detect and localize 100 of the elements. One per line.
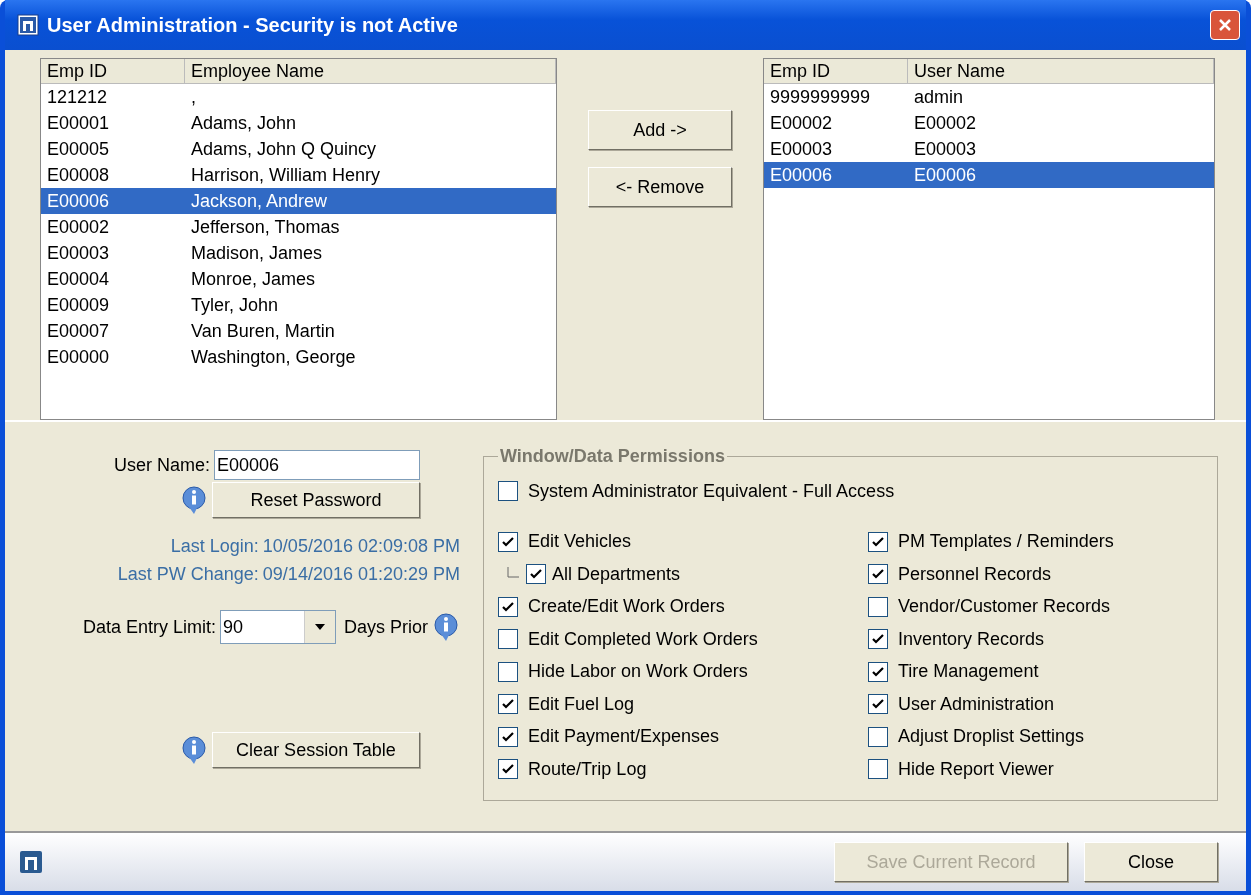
employee-name-cell-text: Adams, John Q Quincy (190, 138, 378, 161)
checkbox[interactable] (526, 564, 546, 585)
employee-name-cell-text: , (190, 86, 197, 109)
employee-row[interactable]: E00005 Adams, John Q Quincy (41, 136, 556, 162)
checkmark-icon (502, 763, 514, 776)
info-icon[interactable] (180, 735, 208, 765)
clear-session-table-button[interactable]: Clear Session Table (212, 732, 420, 768)
data-entry-limit-dropdown[interactable]: 90 (220, 610, 336, 644)
employee-row[interactable]: E00008 Harrison, William Henry (41, 162, 556, 188)
employee-name-cell-text: Monroe, James (190, 268, 317, 291)
employee-row[interactable]: E00000 Washington, George (41, 344, 556, 370)
checkbox[interactable] (498, 726, 518, 747)
days-prior-label: Days Prior (344, 616, 428, 638)
checkbox-label: Edit Fuel Log (528, 693, 635, 715)
employee-row[interactable]: E00004 Monroe, James (41, 266, 556, 292)
employee-row[interactable]: E00001 Adams, John (41, 110, 556, 136)
column-header[interactable]: Emp ID (41, 59, 185, 83)
checkbox-label: Edit Payment/Expenses (528, 726, 720, 748)
window-title: User Administration - Security is not Active (47, 13, 459, 37)
info-icon[interactable] (432, 612, 460, 642)
checkbox[interactable] (498, 629, 518, 650)
user-name-cell-text: admin (913, 86, 965, 109)
checkbox[interactable] (498, 531, 518, 552)
checkbox[interactable] (868, 629, 888, 650)
transfer-button[interactable]: <- Remove (588, 167, 732, 207)
checkbox[interactable] (868, 694, 888, 715)
checkmark-icon (872, 568, 884, 581)
checkmark-icon (872, 698, 884, 711)
user-row[interactable]: E00003 E00003 (764, 136, 1214, 162)
checkbox[interactable] (498, 596, 518, 617)
employee-name-cell-text: Harrison, William Henry (190, 164, 382, 187)
emp-id-cell-text: E00009 (46, 294, 111, 317)
checkbox[interactable] (868, 759, 888, 780)
column-header[interactable]: Employee Name (185, 59, 556, 83)
checkbox[interactable] (498, 661, 518, 682)
emp-id-cell-text: E00006 (769, 164, 834, 187)
employee-name-cell-text: Madison, James (190, 242, 324, 265)
checkmark-icon (502, 730, 514, 743)
checkbox-label: Route/Trip Log (528, 758, 647, 780)
emp-id-cell-text: 9999999999 (769, 86, 872, 109)
employee-name-cell-text: Van Buren, Martin (190, 320, 336, 343)
checkbox-label: Tire Management (898, 661, 1039, 683)
checkbox[interactable] (868, 531, 888, 552)
data-entry-limit-label: Data Entry Limit: (82, 616, 216, 638)
last-pw-change-value: 09/14/2016 01:20:29 PM (262, 563, 460, 585)
footer-button[interactable]: Close (1084, 842, 1218, 882)
last-login-value: 10/05/2016 02:09:08 PM (262, 535, 460, 557)
app-logo-icon (20, 851, 42, 873)
employee-row[interactable]: 121212 , (41, 84, 556, 110)
emp-id-cell-text: E00002 (769, 112, 834, 135)
employee-name-cell-text: Adams, John (190, 112, 298, 135)
checkmark-icon (502, 698, 514, 711)
app-logo-icon (17, 14, 39, 36)
employee-row[interactable]: E00006 Jackson, Andrew (41, 188, 556, 214)
emp-id-cell-text: E00005 (46, 138, 111, 161)
checkmark-icon (872, 665, 884, 678)
checkbox[interactable] (498, 481, 518, 502)
emp-id-cell-text: E00007 (46, 320, 111, 343)
employee-name-cell-text: Jefferson, Thomas (190, 216, 341, 239)
emp-id-cell-text: E00008 (46, 164, 111, 187)
checkmark-icon (530, 568, 542, 581)
checkbox[interactable] (868, 564, 888, 585)
checkbox[interactable] (868, 661, 888, 682)
column-header[interactable]: Emp ID (764, 59, 908, 83)
permissions-title: Window/Data Permissions (499, 446, 726, 467)
checkbox[interactable] (498, 694, 518, 715)
emp-id-cell-text: E00003 (769, 138, 834, 161)
transfer-button[interactable]: Add -> (588, 110, 732, 150)
checkmark-icon (502, 535, 514, 548)
checkbox-label: System Administrator Equivalent - Full Access (528, 480, 895, 502)
checkmark-icon (872, 633, 884, 646)
reset-password-button[interactable]: Reset Password (212, 482, 420, 518)
checkbox-label: Edit Vehicles (528, 531, 632, 553)
employee-row[interactable]: E00009 Tyler, John (41, 292, 556, 318)
checkbox[interactable] (868, 596, 888, 617)
checkbox-label: All Departments (552, 563, 681, 585)
info-icon[interactable] (180, 485, 208, 515)
user-name-label: User Name: (113, 454, 210, 476)
checkbox-label: Adjust Droplist Settings (898, 726, 1085, 748)
checkbox-label: Vendor/Customer Records (898, 596, 1111, 618)
close-icon[interactable] (1210, 10, 1240, 40)
employee-row[interactable]: E00002 Jefferson, Thomas (41, 214, 556, 240)
employee-row[interactable]: E00007 Van Buren, Martin (41, 318, 556, 344)
user-row[interactable]: E00006 E00006 (764, 162, 1214, 188)
employee-name-cell-text: Jackson, Andrew (190, 190, 329, 213)
employee-name-cell-text: Tyler, John (190, 294, 280, 317)
checkbox-label: User Administration (898, 693, 1055, 715)
user-row[interactable]: 9999999999 admin (764, 84, 1214, 110)
last-login-label: Last Login: (170, 535, 259, 557)
employee-row[interactable]: E00003 Madison, James (41, 240, 556, 266)
emp-id-cell-text: E00001 (46, 112, 111, 135)
checkmark-icon (872, 535, 884, 548)
user-row[interactable]: E00002 E00002 (764, 110, 1214, 136)
column-header[interactable]: User Name (908, 59, 1214, 83)
checkmark-icon (502, 600, 514, 613)
user-name-cell-text: E00003 (913, 138, 978, 161)
emp-id-cell-text: E00003 (46, 242, 111, 265)
checkbox[interactable] (868, 726, 888, 747)
checkbox[interactable] (498, 759, 518, 780)
user-name-field[interactable]: E00006 (214, 450, 420, 480)
